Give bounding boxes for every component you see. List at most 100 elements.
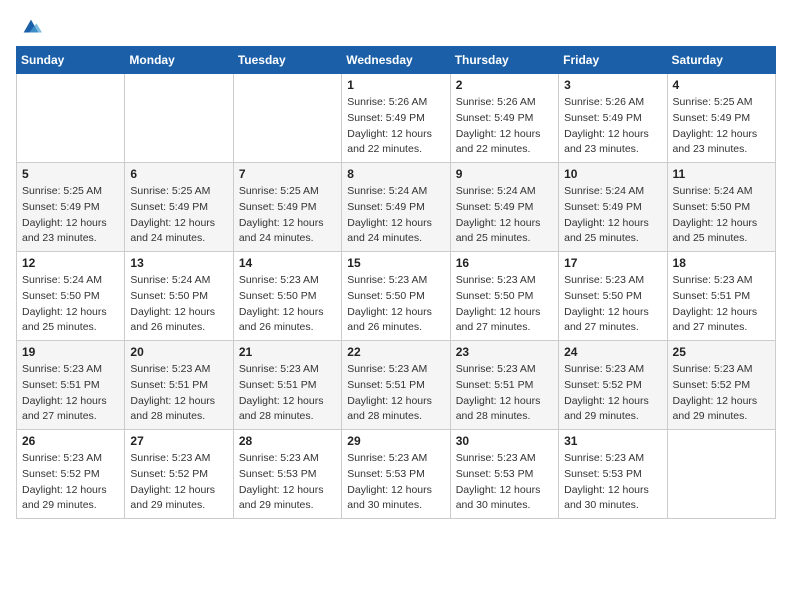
day-number: 23 <box>456 345 553 359</box>
day-number: 20 <box>130 345 227 359</box>
day-number: 1 <box>347 78 444 92</box>
calendar-cell: 3 Sunrise: 5:26 AM Sunset: 5:49 PM Daylig… <box>559 74 667 163</box>
day-info: Sunrise: 5:23 AM Sunset: 5:52 PM Dayligh… <box>130 451 227 514</box>
calendar-cell: 20 Sunrise: 5:23 AM Sunset: 5:51 PM Dayli… <box>125 341 233 430</box>
calendar-week-5: 26 Sunrise: 5:23 AM Sunset: 5:52 PM Dayli… <box>17 430 776 519</box>
calendar-cell: 22 Sunrise: 5:23 AM Sunset: 5:51 PM Dayli… <box>342 341 450 430</box>
day-info: Sunrise: 5:23 AM Sunset: 5:52 PM Dayligh… <box>564 362 661 425</box>
calendar-cell <box>667 430 775 519</box>
day-info: Sunrise: 5:24 AM Sunset: 5:49 PM Dayligh… <box>347 184 444 247</box>
calendar-cell: 24 Sunrise: 5:23 AM Sunset: 5:52 PM Dayli… <box>559 341 667 430</box>
calendar-week-1: 1 Sunrise: 5:26 AM Sunset: 5:49 PM Daylig… <box>17 74 776 163</box>
calendar-cell: 16Sunrise: 5:23 AM Sunset: 5:50 PM Dayli… <box>450 252 558 341</box>
calendar-cell: 4 Sunrise: 5:25 AM Sunset: 5:49 PM Daylig… <box>667 74 775 163</box>
calendar-cell: 30 Sunrise: 5:23 AM Sunset: 5:53 PM Dayli… <box>450 430 558 519</box>
day-info: Sunrise: 5:23 AM Sunset: 5:51 PM Dayligh… <box>347 362 444 425</box>
calendar-cell: 31Sunrise: 5:23 AM Sunset: 5:53 PM Dayli… <box>559 430 667 519</box>
day-info: Sunrise: 5:26 AM Sunset: 5:49 PM Dayligh… <box>564 95 661 158</box>
calendar-cell: 5 Sunrise: 5:25 AM Sunset: 5:49 PM Daylig… <box>17 163 125 252</box>
day-info: Sunrise: 5:23 AM Sunset: 5:50 PM Dayligh… <box>564 273 661 336</box>
day-number: 5 <box>22 167 119 181</box>
day-info: Sunrise: 5:25 AM Sunset: 5:49 PM Dayligh… <box>22 184 119 247</box>
day-info: Sunrise: 5:23 AM Sunset: 5:53 PM Dayligh… <box>239 451 336 514</box>
calendar-cell: 10 Sunrise: 5:24 AM Sunset: 5:49 PM Dayli… <box>559 163 667 252</box>
day-info: Sunrise: 5:23 AM Sunset: 5:50 PM Dayligh… <box>239 273 336 336</box>
day-info: Sunrise: 5:26 AM Sunset: 5:49 PM Dayligh… <box>456 95 553 158</box>
day-info: Sunrise: 5:23 AM Sunset: 5:52 PM Dayligh… <box>22 451 119 514</box>
calendar-cell: 23 Sunrise: 5:23 AM Sunset: 5:51 PM Dayli… <box>450 341 558 430</box>
calendar-cell: 21 Sunrise: 5:23 AM Sunset: 5:51 PM Dayli… <box>233 341 341 430</box>
calendar-cell: 17 Sunrise: 5:23 AM Sunset: 5:50 PM Dayli… <box>559 252 667 341</box>
day-header-sunday: Sunday <box>17 47 125 74</box>
calendar-cell: 9 Sunrise: 5:24 AM Sunset: 5:49 PM Daylig… <box>450 163 558 252</box>
calendar-cell: 15Sunrise: 5:23 AM Sunset: 5:50 PM Dayli… <box>342 252 450 341</box>
calendar-cell: 11 Sunrise: 5:24 AM Sunset: 5:50 PM Dayli… <box>667 163 775 252</box>
day-number: 3 <box>564 78 661 92</box>
day-header-tuesday: Tuesday <box>233 47 341 74</box>
calendar-header-row: SundayMondayTuesdayWednesdayThursdayFrid… <box>17 47 776 74</box>
day-header-wednesday: Wednesday <box>342 47 450 74</box>
day-header-thursday: Thursday <box>450 47 558 74</box>
day-number: 14 <box>239 256 336 270</box>
day-number: 31 <box>564 434 661 448</box>
day-info: Sunrise: 5:23 AM Sunset: 5:52 PM Dayligh… <box>673 362 770 425</box>
calendar-cell: 12 Sunrise: 5:24 AM Sunset: 5:50 PM Dayli… <box>17 252 125 341</box>
day-number: 11 <box>673 167 770 181</box>
day-info: Sunrise: 5:23 AM Sunset: 5:51 PM Dayligh… <box>22 362 119 425</box>
day-info: Sunrise: 5:25 AM Sunset: 5:49 PM Dayligh… <box>130 184 227 247</box>
calendar-week-2: 5 Sunrise: 5:25 AM Sunset: 5:49 PM Daylig… <box>17 163 776 252</box>
calendar-cell: 1 Sunrise: 5:26 AM Sunset: 5:49 PM Daylig… <box>342 74 450 163</box>
calendar-cell <box>17 74 125 163</box>
day-number: 22 <box>347 345 444 359</box>
calendar-cell: 28 Sunrise: 5:23 AM Sunset: 5:53 PM Dayli… <box>233 430 341 519</box>
day-number: 18 <box>673 256 770 270</box>
day-number: 4 <box>673 78 770 92</box>
calendar-cell: 19Sunrise: 5:23 AM Sunset: 5:51 PM Dayli… <box>17 341 125 430</box>
day-info: Sunrise: 5:23 AM Sunset: 5:51 PM Dayligh… <box>239 362 336 425</box>
day-number: 17 <box>564 256 661 270</box>
calendar-cell <box>125 74 233 163</box>
day-header-friday: Friday <box>559 47 667 74</box>
day-info: Sunrise: 5:24 AM Sunset: 5:50 PM Dayligh… <box>22 273 119 336</box>
calendar-week-4: 19Sunrise: 5:23 AM Sunset: 5:51 PM Dayli… <box>17 341 776 430</box>
day-number: 25 <box>673 345 770 359</box>
day-info: Sunrise: 5:23 AM Sunset: 5:51 PM Dayligh… <box>456 362 553 425</box>
day-number: 27 <box>130 434 227 448</box>
day-info: Sunrise: 5:25 AM Sunset: 5:49 PM Dayligh… <box>673 95 770 158</box>
day-number: 10 <box>564 167 661 181</box>
day-number: 16 <box>456 256 553 270</box>
logo <box>16 16 42 38</box>
day-number: 24 <box>564 345 661 359</box>
day-info: Sunrise: 5:25 AM Sunset: 5:49 PM Dayligh… <box>239 184 336 247</box>
calendar-week-3: 12 Sunrise: 5:24 AM Sunset: 5:50 PM Dayli… <box>17 252 776 341</box>
day-number: 26 <box>22 434 119 448</box>
calendar-cell: 6 Sunrise: 5:25 AM Sunset: 5:49 PM Daylig… <box>125 163 233 252</box>
calendar-cell: 25 Sunrise: 5:23 AM Sunset: 5:52 PM Dayli… <box>667 341 775 430</box>
day-number: 6 <box>130 167 227 181</box>
day-header-saturday: Saturday <box>667 47 775 74</box>
page-header <box>16 16 776 38</box>
day-number: 12 <box>22 256 119 270</box>
day-number: 28 <box>239 434 336 448</box>
day-info: Sunrise: 5:23 AM Sunset: 5:53 PM Dayligh… <box>347 451 444 514</box>
day-header-monday: Monday <box>125 47 233 74</box>
day-number: 29 <box>347 434 444 448</box>
day-number: 9 <box>456 167 553 181</box>
day-info: Sunrise: 5:24 AM Sunset: 5:49 PM Dayligh… <box>564 184 661 247</box>
day-number: 30 <box>456 434 553 448</box>
day-info: Sunrise: 5:24 AM Sunset: 5:50 PM Dayligh… <box>673 184 770 247</box>
day-info: Sunrise: 5:23 AM Sunset: 5:51 PM Dayligh… <box>673 273 770 336</box>
calendar-cell: 14 Sunrise: 5:23 AM Sunset: 5:50 PM Dayli… <box>233 252 341 341</box>
calendar-table: SundayMondayTuesdayWednesdayThursdayFrid… <box>16 46 776 519</box>
calendar-cell: 26 Sunrise: 5:23 AM Sunset: 5:52 PM Dayli… <box>17 430 125 519</box>
calendar-cell: 7Sunrise: 5:25 AM Sunset: 5:49 PM Daylig… <box>233 163 341 252</box>
day-info: Sunrise: 5:23 AM Sunset: 5:51 PM Dayligh… <box>130 362 227 425</box>
day-number: 8 <box>347 167 444 181</box>
day-info: Sunrise: 5:23 AM Sunset: 5:53 PM Dayligh… <box>456 451 553 514</box>
day-number: 21 <box>239 345 336 359</box>
calendar-cell: 13Sunrise: 5:24 AM Sunset: 5:50 PM Dayli… <box>125 252 233 341</box>
day-info: Sunrise: 5:24 AM Sunset: 5:49 PM Dayligh… <box>456 184 553 247</box>
calendar-cell: 29 Sunrise: 5:23 AM Sunset: 5:53 PM Dayli… <box>342 430 450 519</box>
day-info: Sunrise: 5:26 AM Sunset: 5:49 PM Dayligh… <box>347 95 444 158</box>
calendar-cell: 8 Sunrise: 5:24 AM Sunset: 5:49 PM Daylig… <box>342 163 450 252</box>
